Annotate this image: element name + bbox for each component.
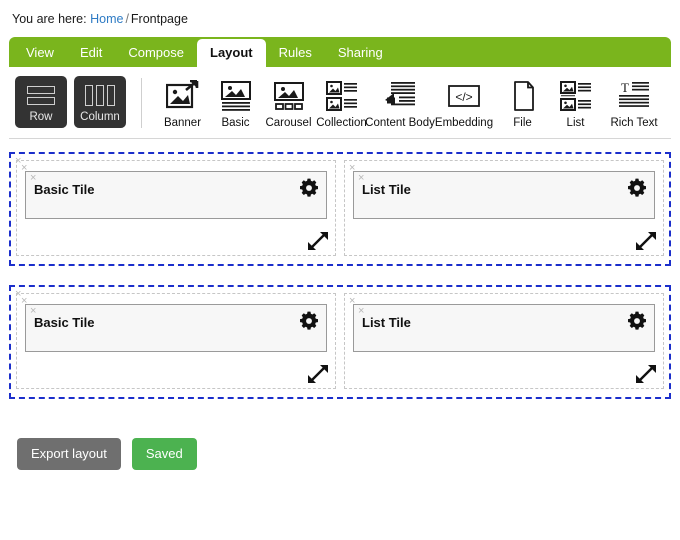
basic-icon bbox=[219, 78, 253, 114]
tile-title: List Tile bbox=[362, 315, 411, 330]
structure-button-group: Row Column bbox=[9, 76, 135, 128]
layout-toolbar: Row Column Banner Basic Carousel Collect… bbox=[9, 67, 671, 139]
add-carousel-tile-button[interactable]: Carousel bbox=[262, 76, 315, 130]
breadcrumb-current: Frontpage bbox=[130, 12, 188, 26]
rich-text-icon: T bbox=[617, 78, 651, 114]
add-row-button[interactable]: Row bbox=[15, 76, 67, 128]
tab-sharing[interactable]: Sharing bbox=[325, 39, 396, 67]
footer-actions: Export layout Saved bbox=[0, 418, 680, 470]
tile-title: List Tile bbox=[362, 182, 411, 197]
layout-canvas: × × × Basic Tile × × List Tile × × × Bas… bbox=[0, 139, 680, 399]
add-column-label: Column bbox=[80, 111, 120, 123]
add-list-tile-label: List bbox=[566, 117, 585, 129]
resize-handle-icon[interactable] bbox=[634, 362, 658, 386]
tile-list[interactable]: × List Tile bbox=[353, 171, 655, 219]
tile-basic[interactable]: × Basic Tile bbox=[25, 171, 327, 219]
gear-icon[interactable] bbox=[298, 177, 320, 199]
row-icon bbox=[27, 83, 55, 107]
layout-row[interactable]: × × × Basic Tile × × List Tile bbox=[9, 285, 671, 399]
breadcrumb: You are here: Home / Frontpage bbox=[0, 0, 680, 27]
collection-icon bbox=[325, 78, 359, 114]
tab-rules[interactable]: Rules bbox=[266, 39, 325, 67]
tab-layout[interactable]: Layout bbox=[197, 39, 266, 67]
export-layout-button[interactable]: Export layout bbox=[17, 438, 121, 470]
resize-handle-icon[interactable] bbox=[306, 362, 330, 386]
add-basic-tile-label: Basic bbox=[221, 117, 250, 129]
add-file-tile-label: File bbox=[513, 117, 532, 129]
content-body-icon bbox=[383, 78, 417, 114]
banner-icon bbox=[165, 78, 200, 114]
tile-title: Basic Tile bbox=[34, 182, 95, 197]
add-embedding-tile-button[interactable]: </> Embedding bbox=[432, 76, 496, 130]
add-basic-tile-button[interactable]: Basic bbox=[209, 76, 262, 130]
breadcrumb-link-home[interactable]: Home bbox=[90, 12, 123, 26]
tile-button-group: Banner Basic Carousel Collection Content… bbox=[156, 76, 671, 130]
tab-view[interactable]: View bbox=[13, 39, 67, 67]
tile-title: Basic Tile bbox=[34, 315, 95, 330]
breadcrumb-separator: / bbox=[125, 12, 129, 26]
resize-handle-icon[interactable] bbox=[306, 229, 330, 253]
gear-icon[interactable] bbox=[626, 310, 648, 332]
add-carousel-tile-label: Carousel bbox=[265, 117, 312, 129]
add-column-button[interactable]: Column bbox=[74, 76, 126, 128]
save-layout-button[interactable]: Saved bbox=[131, 438, 197, 470]
layout-column[interactable]: × × List Tile bbox=[344, 293, 664, 389]
add-rich-text-tile-label: Rich Text bbox=[610, 117, 658, 129]
resize-handle-icon[interactable] bbox=[634, 229, 658, 253]
carousel-icon bbox=[272, 78, 306, 114]
tab-compose[interactable]: Compose bbox=[115, 39, 197, 67]
svg-text:T: T bbox=[621, 80, 629, 95]
layout-row[interactable]: × × × Basic Tile × × List Tile bbox=[9, 152, 671, 266]
add-banner-tile-label: Banner bbox=[163, 117, 202, 129]
gear-icon[interactable] bbox=[626, 177, 648, 199]
add-content-body-tile-button[interactable]: Content Body bbox=[365, 76, 435, 130]
layout-column[interactable]: × × List Tile bbox=[344, 160, 664, 256]
add-file-tile-button[interactable]: File bbox=[496, 76, 549, 130]
file-icon bbox=[506, 78, 540, 114]
column-icon bbox=[85, 83, 115, 107]
add-content-body-tile-label: Content Body bbox=[365, 117, 435, 129]
list-icon bbox=[559, 78, 593, 114]
breadcrumb-label: You are here: bbox=[12, 12, 87, 26]
add-collection-tile-button[interactable]: Collection bbox=[315, 76, 368, 130]
add-list-tile-button[interactable]: List bbox=[549, 76, 602, 130]
add-collection-tile-label: Collection bbox=[316, 117, 367, 129]
add-banner-tile-button[interactable]: Banner bbox=[156, 76, 209, 130]
embedding-icon: </> bbox=[447, 78, 481, 114]
gear-icon[interactable] bbox=[298, 310, 320, 332]
tile-basic[interactable]: × Basic Tile bbox=[25, 304, 327, 352]
add-embedding-tile-label: Embedding bbox=[434, 117, 494, 129]
tab-bar: View Edit Compose Layout Rules Sharing bbox=[9, 37, 671, 67]
tab-edit[interactable]: Edit bbox=[67, 39, 115, 67]
layout-column[interactable]: × × Basic Tile bbox=[16, 293, 336, 389]
add-row-label: Row bbox=[29, 111, 53, 123]
tile-list[interactable]: × List Tile bbox=[353, 304, 655, 352]
svg-text:</>: </> bbox=[455, 90, 472, 104]
layout-column[interactable]: × × Basic Tile bbox=[16, 160, 336, 256]
add-rich-text-tile-button[interactable]: T Rich Text bbox=[602, 76, 666, 130]
toolbar-divider bbox=[141, 78, 142, 128]
